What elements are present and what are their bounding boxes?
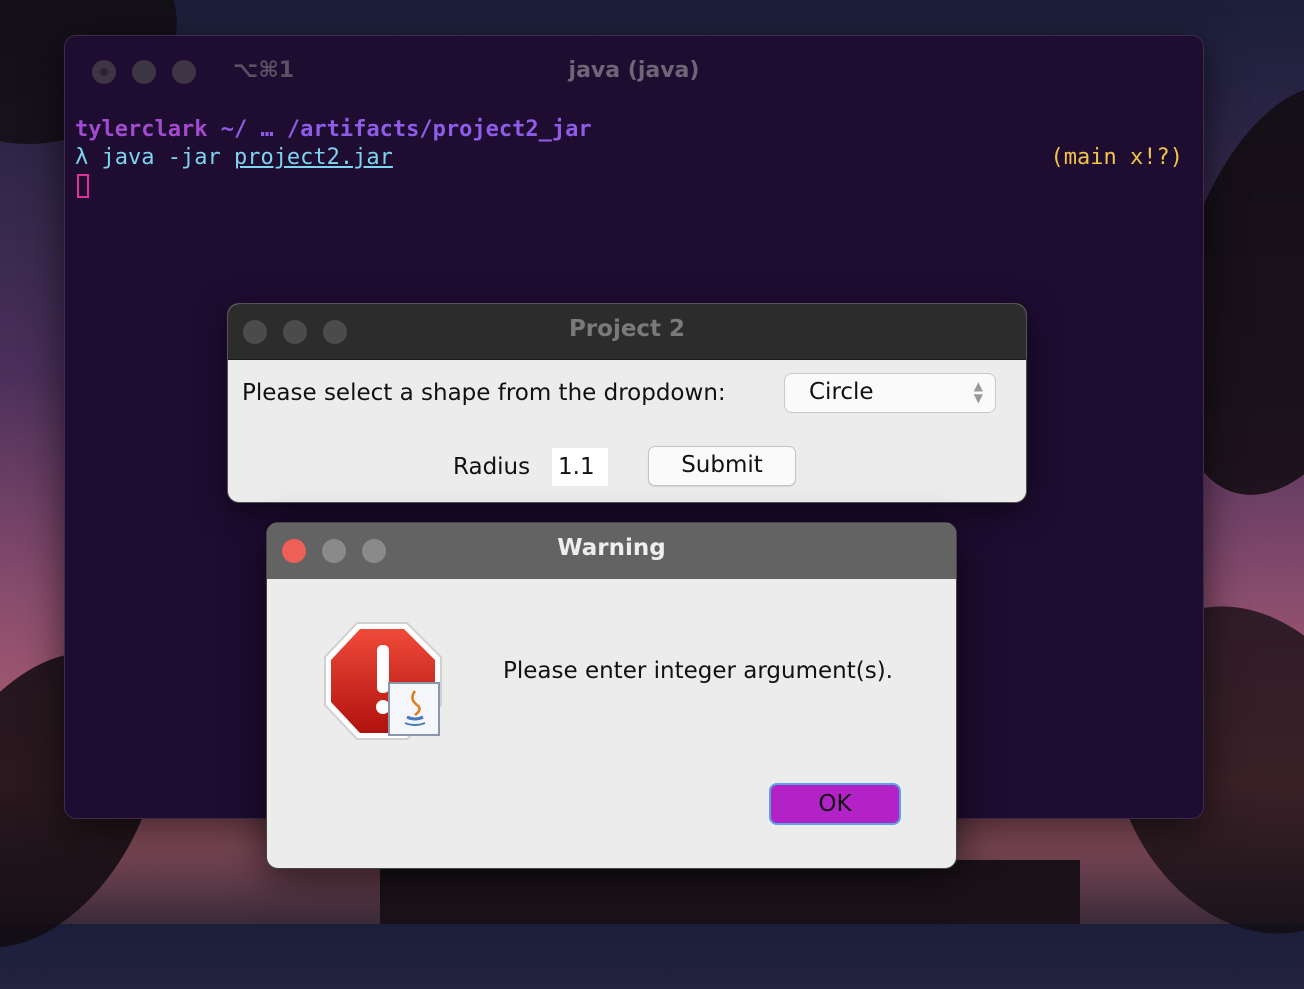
radius-label: Radius bbox=[453, 454, 531, 480]
cursor-line bbox=[75, 172, 1183, 200]
project-title: Project 2 bbox=[568, 316, 686, 342]
warning-message: Please enter integer argument(s). bbox=[503, 658, 893, 684]
command-text: λ java -jar bbox=[75, 145, 234, 170]
warning-stop-java-icon bbox=[323, 621, 443, 741]
terminal-cursor bbox=[77, 174, 89, 198]
project-titlebar[interactable]: Project 2 bbox=[228, 304, 1026, 360]
submit-button[interactable]: Submit bbox=[648, 446, 796, 486]
warning-titlebar[interactable]: Warning bbox=[267, 523, 956, 579]
prompt-line: tylerclark ~/ … /artifacts/project2_jar bbox=[75, 116, 1183, 144]
project-window[interactable]: Project 2 Please select a shape from the… bbox=[227, 303, 1027, 503]
radius-input[interactable] bbox=[552, 448, 608, 486]
git-status: (main x!?) bbox=[1050, 145, 1183, 170]
shape-dropdown[interactable]: Circle ▲ ▼ bbox=[784, 373, 996, 413]
terminal-title: java (java) bbox=[568, 58, 700, 83]
terminal-output[interactable]: tylerclark ~/ … /artifacts/project2_jar … bbox=[75, 116, 1183, 200]
ok-button[interactable]: OK bbox=[769, 783, 901, 825]
command-file: project2.jar bbox=[233, 145, 393, 170]
shape-dropdown-value: Circle bbox=[809, 379, 874, 405]
chevron-updown-icon: ▲ ▼ bbox=[973, 379, 983, 405]
prompt-path: ~/ … /artifacts/project2_jar bbox=[207, 117, 592, 142]
terminal-titlebar[interactable]: ⌥⌘1 java (java) bbox=[65, 36, 1203, 108]
warning-dialog[interactable]: Warning Please enter integer argument(s)… bbox=[266, 522, 957, 869]
warning-title: Warning bbox=[557, 535, 666, 561]
command-line: λ java -jar project2.jar (main x!?) bbox=[75, 144, 1183, 172]
prompt-user: tylerclark bbox=[75, 117, 208, 142]
wallpaper-skyline bbox=[380, 860, 1080, 924]
shape-prompt-label: Please select a shape from the dropdown: bbox=[242, 380, 726, 406]
